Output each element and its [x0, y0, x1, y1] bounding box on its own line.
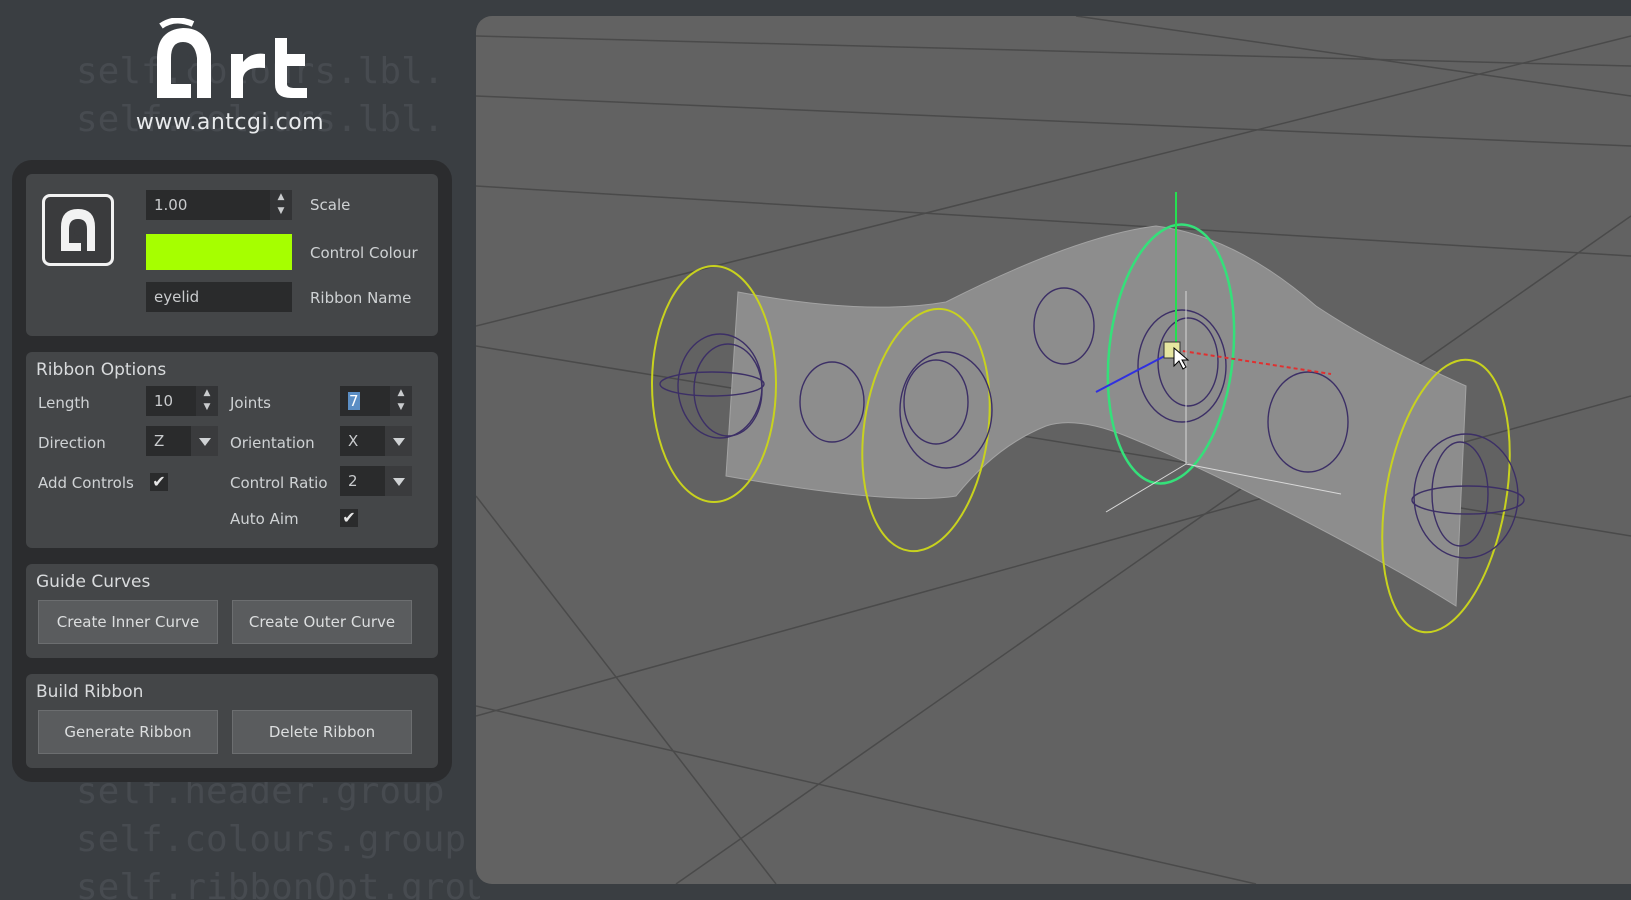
direction-value: Z [154, 432, 165, 450]
delete-ribbon-button[interactable]: Delete Ribbon [232, 710, 412, 754]
3d-viewport[interactable] [476, 16, 1631, 884]
ribbon-options-section: Ribbon Options Length 10 ▲ ▼ Joints 7 ▲ ▼ … [26, 352, 438, 548]
length-value: 10 [154, 392, 174, 410]
scale-value: 1.00 [154, 196, 188, 214]
length-spinner[interactable]: ▲ ▼ [196, 386, 218, 416]
control-ratio-label: Control Ratio [230, 474, 328, 492]
joints-value: 7 [348, 392, 360, 410]
control-colour-label: Control Colour [310, 244, 418, 262]
guide-curves-title: Guide Curves [36, 572, 151, 592]
add-controls-label: Add Controls [38, 474, 134, 492]
viewport-scene [476, 16, 1631, 884]
ribbon-name-value: eyelid [154, 288, 200, 306]
joints-input[interactable]: 7 ▲ ▼ [340, 386, 412, 416]
direction-dropdown[interactable]: Z [146, 426, 218, 456]
antcgi-logo: www.antcgi.com [120, 18, 340, 138]
ant-icon [42, 194, 114, 266]
joints-label: Joints [230, 394, 271, 412]
checkmark-icon: ✔ [152, 472, 166, 491]
chevron-down-icon[interactable] [190, 426, 218, 456]
orientation-value: X [348, 432, 359, 450]
orientation-label: Orientation [230, 434, 315, 452]
background-code-line: self.ribbonOpt.group [76, 867, 480, 900]
website-url[interactable]: www.antcgi.com [120, 110, 340, 135]
ribbon-tool-panel: 1.00 ▲ ▼ Scale Control Colour eyelid Ribb… [12, 160, 452, 782]
scale-label: Scale [310, 196, 351, 214]
chevron-down-icon[interactable] [384, 426, 412, 456]
auto-aim-label: Auto Aim [230, 510, 299, 528]
scale-spinner[interactable]: ▲ ▼ [270, 190, 292, 220]
build-ribbon-section: Build Ribbon Generate Ribbon Delete Ribb… [26, 674, 438, 768]
generate-ribbon-button[interactable]: Generate Ribbon [38, 710, 218, 754]
control-ratio-dropdown[interactable]: 2 [340, 466, 412, 496]
direction-label: Direction [38, 434, 106, 452]
ribbon-name-label: Ribbon Name [310, 289, 412, 307]
header-section: 1.00 ▲ ▼ Scale Control Colour eyelid Ribb… [26, 174, 438, 336]
create-inner-curve-button[interactable]: Create Inner Curve [38, 600, 218, 644]
control-colour-swatch[interactable] [146, 234, 292, 270]
length-input[interactable]: 10 ▲ ▼ [146, 386, 218, 416]
background-code-line: self.colours.group [76, 819, 467, 860]
add-controls-checkbox[interactable]: ✔ [150, 473, 168, 491]
ribbon-options-title: Ribbon Options [36, 360, 167, 380]
auto-aim-checkbox[interactable]: ✔ [340, 509, 358, 527]
build-ribbon-title: Build Ribbon [36, 682, 144, 702]
ribbon-surface[interactable] [725, 225, 1467, 607]
guide-curves-section: Guide Curves Create Inner Curve Create O… [26, 564, 438, 658]
scale-input[interactable]: 1.00 ▲ ▼ [146, 190, 292, 220]
art-logo-icon [157, 18, 307, 98]
orientation-dropdown[interactable]: X [340, 426, 412, 456]
checkmark-icon: ✔ [342, 508, 356, 527]
joints-spinner[interactable]: ▲ ▼ [390, 386, 412, 416]
length-label: Length [38, 394, 90, 412]
control-ratio-value: 2 [348, 472, 358, 490]
create-outer-curve-button[interactable]: Create Outer Curve [232, 600, 412, 644]
chevron-down-icon[interactable] [384, 466, 412, 496]
ribbon-name-input[interactable]: eyelid [146, 282, 292, 312]
